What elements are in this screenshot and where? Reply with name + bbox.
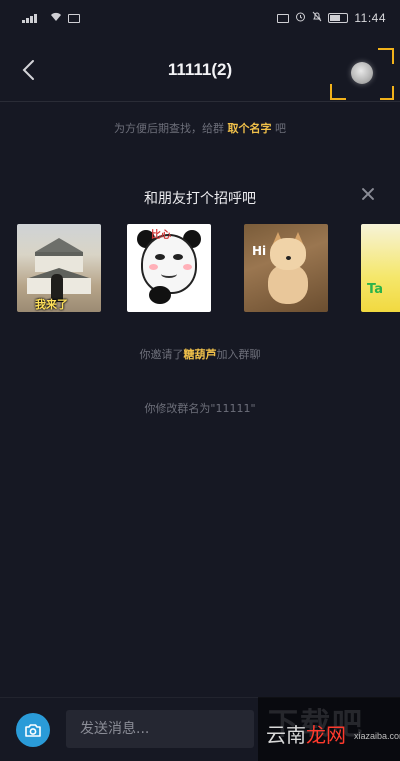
camera-icon <box>25 723 41 737</box>
sticker-panda-heart[interactable]: 比心 <box>127 224 211 312</box>
invited-user-name[interactable]: 糖葫芦 <box>184 348 217 361</box>
alarm-icon <box>295 11 306 25</box>
sticker-row: 我来了 比心 Hi Ta <box>0 224 400 314</box>
sticker-caption: Ta <box>367 282 383 297</box>
group-avatar-button[interactable] <box>330 48 394 100</box>
mute-icon <box>312 11 322 25</box>
sticker-caption: Hi <box>252 244 267 258</box>
name-hint-suffix: 吧 <box>275 122 286 135</box>
sticker-caption: 我来了 <box>35 298 68 311</box>
chat-header: 11111(2) <box>0 40 400 102</box>
system-message-rename: 你修改群名为"11111" <box>144 402 256 415</box>
signal-icon <box>22 13 44 23</box>
invite-suffix: 加入群聊 <box>216 348 261 361</box>
status-right-icons: 11:44 <box>277 11 386 25</box>
status-left-icons <box>22 12 80 25</box>
status-bar: 11:44 <box>0 0 400 36</box>
sticker-shiba-dog[interactable]: Hi <box>244 224 328 312</box>
sticker-castle[interactable]: 我来了 <box>17 224 101 312</box>
nfc-icon <box>277 13 290 23</box>
battery-icon <box>328 13 349 23</box>
name-group-link[interactable]: 取个名字 <box>228 122 272 135</box>
camera-button[interactable] <box>16 713 50 747</box>
focus-frame-corner <box>380 86 394 100</box>
invite-prefix: 你邀请了 <box>139 348 184 361</box>
sticker-yellow[interactable]: Ta <box>361 224 400 312</box>
watermark-main-part2: 龙网 <box>306 723 346 747</box>
status-time: 11:44 <box>354 11 386 25</box>
watermark-main-part1: 云南 <box>266 723 306 747</box>
watermark: 下载吧 云南龙网 xiazaiba.com <box>258 697 400 761</box>
sticker-caption: 比心 <box>151 230 171 241</box>
group-avatar-icon <box>351 62 373 84</box>
watermark-main: 云南龙网 <box>266 719 346 748</box>
close-icon[interactable] <box>360 186 376 202</box>
greeting-title: 和朋友打个招呼吧 <box>144 191 256 207</box>
message-input[interactable] <box>66 710 254 748</box>
system-message-invite: 你邀请了糖葫芦加入群聊 <box>0 346 400 362</box>
wifi-icon <box>50 12 62 25</box>
name-hint: 为方便后期查找，给群 取个名字 吧 <box>0 120 400 136</box>
watermark-sub: xiazaiba.com <box>354 731 400 741</box>
message-icon <box>68 13 80 23</box>
name-hint-prefix: 为方便后期查找，给群 <box>114 122 224 135</box>
